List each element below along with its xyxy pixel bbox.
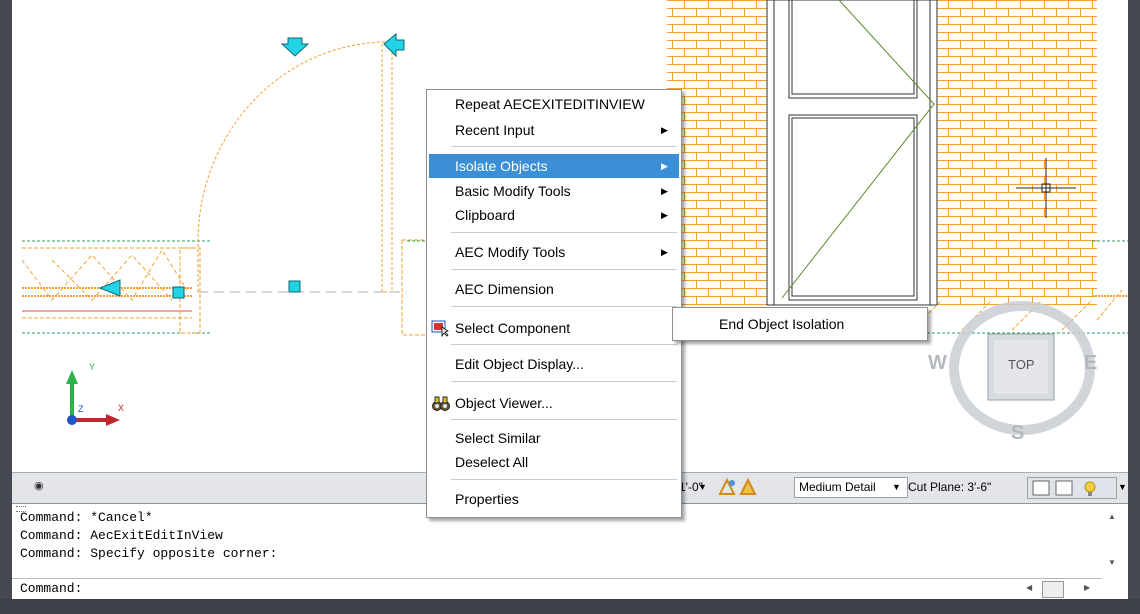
menu-item-edit-object-display[interactable]: Edit Object Display... [429, 352, 679, 376]
submenu-arrow-icon: ▶ [661, 161, 668, 171]
command-separator [12, 578, 1102, 579]
cut-plane-button[interactable]: Cut Plane: 3'-6" [908, 477, 1024, 497]
tray-settings-arrow[interactable]: ▼ [1118, 477, 1128, 497]
binoculars-icon [431, 394, 451, 412]
ucs-x-label: X [118, 403, 125, 413]
menu-item-basic-modify-tools[interactable]: Basic Modify Tools ▶ [429, 179, 679, 203]
viewcube[interactable]: TOP W E S [922, 300, 1112, 450]
scroll-down-icon[interactable]: ▼ [1108, 558, 1116, 567]
right-frame [1128, 0, 1140, 614]
menu-item-properties[interactable]: Properties [429, 487, 679, 511]
menu-separator [451, 269, 677, 270]
menu-separator [451, 232, 677, 233]
auto-scale-icon[interactable] [738, 477, 758, 497]
viewcube-south[interactable]: S [1011, 422, 1024, 445]
menu-item-aec-dimension[interactable]: AEC Dimension [429, 277, 679, 301]
menu-separator [451, 306, 677, 307]
ucs-y-label: Y [89, 362, 96, 372]
detail-dropdown-arrow[interactable]: ▼ [892, 477, 901, 497]
menu-separator [451, 146, 677, 147]
annotation-visibility-icon[interactable] [717, 477, 737, 497]
menu-item-clipboard[interactable]: Clipboard ▶ [429, 203, 679, 227]
menu-separator [451, 479, 677, 480]
command-horizontal-scrollbar[interactable]: ◀ ▶ [1018, 580, 1102, 598]
ucs-icon [66, 370, 120, 426]
viewcube-east[interactable]: E [1084, 352, 1097, 375]
scroll-right-icon[interactable]: ▶ [1084, 583, 1090, 592]
menu-separator [451, 381, 677, 382]
menu-item-isolate-objects[interactable]: Isolate Objects ▶ [429, 154, 679, 178]
command-prompt[interactable]: Command: [20, 581, 82, 596]
submenu-arrow-icon: ▶ [661, 186, 668, 196]
menu-item-recent-input[interactable]: Recent Input ▶ [429, 118, 679, 142]
command-history-line: Command: Specify opposite corner: [20, 546, 278, 561]
menu-item-aec-modify-tools[interactable]: AEC Modify Tools ▶ [429, 240, 679, 264]
command-history-line: Command: AecExitEditInView [20, 528, 223, 543]
scroll-thumb[interactable] [1042, 581, 1064, 598]
command-vertical-scrollbar[interactable]: ▲ ▼ [1104, 506, 1122, 576]
menu-separator [451, 344, 677, 345]
context-menu: Repeat AECEXITEDITINVIEW Recent Input ▶ … [426, 89, 682, 518]
door-leaf [381, 41, 393, 293]
menu-item-repeat[interactable]: Repeat AECEXITEDITINVIEW [429, 92, 679, 116]
door-elevation [766, 0, 938, 306]
viewcube-west[interactable]: W [928, 352, 947, 375]
isolate-objects-tray[interactable] [1027, 477, 1117, 499]
door-swing-arc [197, 41, 387, 292]
brick-left [667, 0, 767, 305]
ucs-z-label: Z [78, 404, 84, 414]
grips [98, 32, 405, 299]
scroll-left-icon[interactable]: ◀ [1026, 583, 1032, 592]
submenu-arrow-icon: ▶ [661, 247, 668, 257]
display-configuration-dropdown[interactable]: Medium Detail [794, 477, 908, 498]
menu-item-select-component[interactable]: Select Component [429, 316, 679, 340]
select-component-icon [431, 319, 451, 338]
application-status-bar [0, 599, 1140, 614]
menu-item-select-similar[interactable]: Select Similar [429, 426, 679, 450]
command-history-line: Command: *Cancel* [20, 510, 153, 525]
scale-dropdown-arrow[interactable]: ▼ [698, 477, 707, 497]
left-frame [0, 0, 12, 614]
submenu-arrow-icon: ▶ [661, 210, 668, 220]
isolate-objects-submenu: End Object Isolation [672, 307, 928, 341]
submenu-arrow-icon: ▶ [661, 125, 668, 135]
menu-item-object-viewer[interactable]: Object Viewer... [429, 391, 679, 415]
viewcube-top-face[interactable]: TOP [1008, 357, 1035, 372]
menu-separator [451, 419, 677, 420]
maximize-viewport-icon[interactable]: ◉ [34, 479, 50, 495]
menu-item-end-object-isolation[interactable]: End Object Isolation [675, 312, 925, 336]
menu-item-deselect-all[interactable]: Deselect All [429, 450, 679, 474]
brick-right [937, 0, 1097, 305]
scroll-up-icon[interactable]: ▲ [1108, 512, 1116, 521]
